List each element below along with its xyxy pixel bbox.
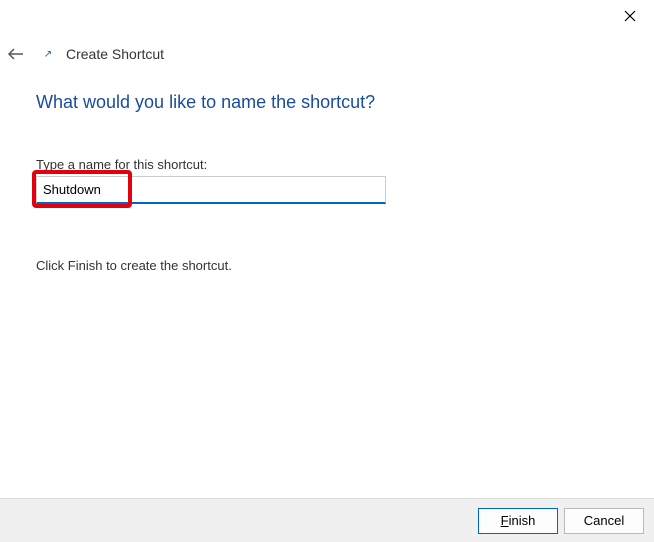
back-button[interactable] (2, 40, 30, 68)
name-field-label: Type a name for this shortcut: (36, 157, 618, 172)
page-heading: What would you like to name the shortcut… (36, 92, 618, 113)
shortcut-name-input[interactable] (36, 176, 386, 204)
close-button[interactable] (614, 4, 646, 28)
shortcut-icon: ↗ (40, 46, 56, 62)
window-title: Create Shortcut (66, 46, 164, 62)
cancel-button[interactable]: Cancel (564, 508, 644, 534)
instruction-text: Click Finish to create the shortcut. (36, 258, 618, 273)
finish-button[interactable]: Finish (478, 508, 558, 534)
